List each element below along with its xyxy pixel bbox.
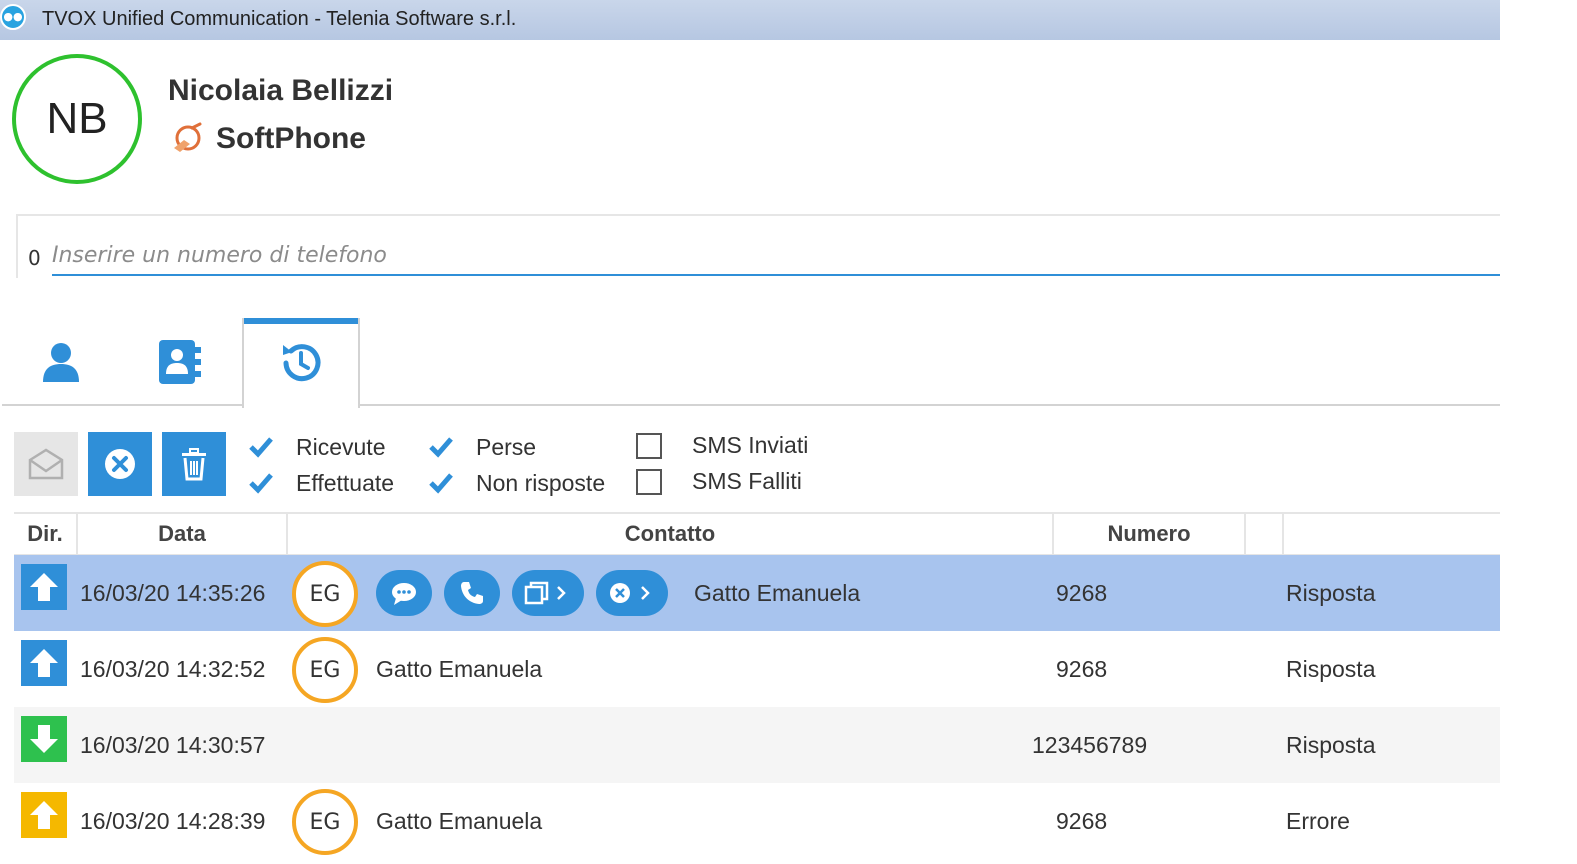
app-logo-icon: ●● [0,4,26,30]
call-date: 16/03/20 14:32:52 [80,656,266,682]
column-date[interactable]: Data [76,514,286,554]
filter-label: Effettuate [296,469,395,496]
user-initials: NB [46,94,108,143]
title-bar: ●● TVOX Unified Communication - Telenia … [0,0,1500,40]
copy-button[interactable] [512,570,584,616]
contact-initials: EG [309,657,341,683]
dial-box: 0 [16,214,1500,278]
checkbox-empty-icon [636,468,662,495]
call-history-table: Dir. Data Contatto Numero 16/03/20 14:35… [14,512,1500,859]
checkmark-icon [246,432,276,462]
clear-filter-button[interactable] [88,432,152,496]
call-number: 123456789 [1032,732,1148,758]
checkbox-empty-icon [636,432,662,459]
chat-icon [392,583,416,605]
user-avatar[interactable]: NB [12,54,142,184]
device-selector[interactable]: SoftPhone [170,122,366,156]
checkmark-icon [426,468,456,498]
app-window: ●● TVOX Unified Communication - Telenia … [0,0,1500,864]
contact-name: Gatto Emanuela [694,580,861,606]
dial-counter: 0 [28,246,41,270]
column-contact[interactable]: Contatto [286,514,1052,554]
user-name: Nicolaia Bellizzi [168,74,394,107]
incoming-call-icon [21,716,67,762]
filter-label: Non risposte [476,469,606,496]
call-date: 16/03/20 14:28:39 [80,808,266,834]
column-spacer [1244,514,1282,554]
tab-users[interactable] [2,318,120,406]
call-status: Risposta [1286,656,1376,682]
column-status[interactable] [1282,514,1500,554]
person-icon [43,343,79,382]
filter-non-risposte[interactable]: Non risposte [426,468,605,498]
history-toolbar [14,432,226,496]
column-dir[interactable]: Dir. [14,514,76,554]
call-status: Risposta [1286,732,1376,758]
history-icon [283,344,321,382]
row-actions [376,570,668,616]
filter-label: SMS Inviati [692,432,809,458]
call-date: 16/03/20 14:30:57 [80,732,266,758]
table-header: Dir. Data Contatto Numero [14,512,1500,555]
call-button[interactable] [444,570,500,616]
delete-button[interactable] [162,432,226,496]
device-name: SoftPhone [216,122,366,155]
contact-initials: EG [309,581,341,607]
filter-label: Perse [476,433,537,460]
filter-effettuate[interactable]: Effettuate [246,468,394,498]
chat-button[interactable] [376,570,432,616]
table-row[interactable]: 16/03/20 14:30:57 123456789 Risposta [14,707,1500,783]
tab-address-book[interactable] [120,318,238,406]
call-number: 9268 [1056,656,1108,682]
filter-sms-falliti[interactable]: SMS Falliti [636,468,802,495]
call-date: 16/03/20 14:35:26 [80,580,266,606]
outgoing-call-icon [21,640,67,686]
contact-name: Gatto Emanuela [376,808,543,834]
table-row[interactable]: 16/03/20 14:28:39 EG Gatto Emanuela 9268… [14,783,1500,859]
phone-number-input[interactable] [52,236,1500,276]
table-row[interactable]: 16/03/20 14:35:26 EG Gatto Emanuela 9268… [14,555,1500,631]
close-circle-icon [610,583,650,603]
failed-call-icon [21,792,67,838]
filter-label: SMS Falliti [692,468,802,494]
softphone-icon [174,122,202,152]
contact-avatar[interactable]: EG [292,561,358,627]
checkmark-icon [246,468,276,498]
filter-sms-inviati[interactable]: SMS Inviati [636,432,808,459]
phone-icon [461,582,483,604]
address-book-icon [159,340,201,384]
filter-label: Ricevute [296,433,386,460]
column-number[interactable]: Numero [1052,514,1244,554]
tab-bar [2,318,1500,408]
copy-icon [524,581,566,605]
contact-name: Gatto Emanuela [376,656,543,682]
call-status: Risposta [1286,580,1376,606]
call-status: Errore [1286,808,1350,834]
checkmark-icon [426,432,456,462]
window-title: TVOX Unified Communication - Telenia Sof… [42,8,517,30]
trash-icon [182,448,206,481]
call-number: 9268 [1056,808,1108,834]
send-sms-button[interactable] [14,432,78,496]
call-number: 9268 [1056,580,1108,606]
envelope-icon [28,448,64,480]
outgoing-call-icon [21,564,67,610]
contact-avatar[interactable]: EG [292,789,358,855]
contact-avatar[interactable]: EG [292,637,358,703]
clear-icon [105,449,135,479]
filter-ricevute[interactable]: Ricevute [246,432,385,462]
table-row[interactable]: 16/03/20 14:32:52 EG Gatto Emanuela 9268… [14,631,1500,707]
tab-history[interactable] [242,318,360,408]
filter-perse[interactable]: Perse [426,432,536,462]
contact-initials: EG [309,809,341,835]
close-action-button[interactable] [596,570,668,616]
